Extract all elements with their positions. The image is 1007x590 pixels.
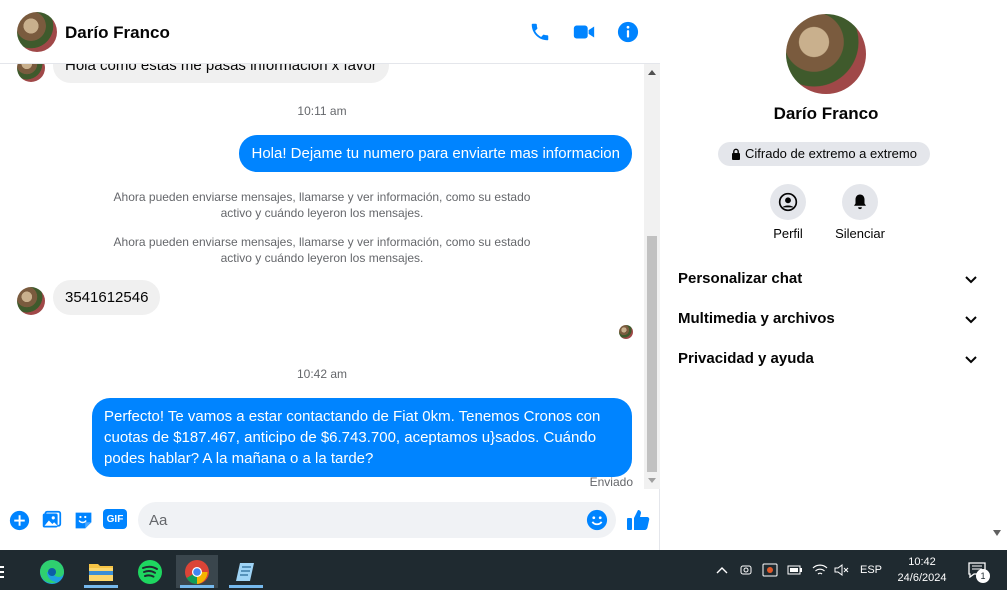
user-circle-icon — [778, 192, 798, 212]
input-language[interactable]: ESP — [858, 550, 884, 590]
message-timestamp: 10:11 am — [297, 104, 347, 118]
notepad-icon[interactable] — [225, 555, 267, 588]
scroll-up-icon[interactable] — [648, 70, 656, 75]
lock-icon — [732, 148, 740, 160]
messenger-window: Darío Franco Hola como estas me pasas in… — [0, 0, 1007, 550]
profile-label: Perfil — [773, 226, 803, 241]
active-indicator — [229, 585, 263, 588]
seen-receipt-avatar — [619, 325, 633, 339]
chevron-down-icon — [965, 276, 977, 284]
incoming-message[interactable]: Hola como estas me pasas informacion x f… — [53, 64, 389, 83]
spotify-icon[interactable] — [129, 555, 171, 588]
section-privacy-help[interactable]: Privacidad y ayuda — [678, 350, 978, 374]
video-camera-icon — [573, 25, 595, 39]
message-scrollbar[interactable] — [644, 64, 660, 489]
system-clock[interactable]: 10:42 24/6/2024 — [888, 554, 956, 586]
search-icon[interactable] — [0, 555, 12, 588]
attach-media-button[interactable] — [40, 509, 62, 531]
screen-share-tray-icon[interactable] — [760, 550, 780, 590]
chevron-down-icon — [965, 316, 977, 324]
voice-call-button[interactable] — [528, 20, 552, 44]
active-indicator — [84, 585, 118, 588]
battery-icon[interactable] — [785, 550, 805, 590]
section-label: Personalizar chat — [678, 270, 803, 287]
camera-tray-icon[interactable] — [737, 550, 755, 590]
conversation-info-button[interactable] — [616, 20, 640, 44]
info-contact-name: Darío Franco — [773, 104, 879, 123]
like-button[interactable] — [626, 509, 650, 531]
system-message: Ahora pueden enviarse mensajes, llamarse… — [113, 235, 531, 265]
clock-time: 10:42 — [908, 556, 936, 568]
edge-browser-icon[interactable] — [31, 555, 73, 588]
info-icon — [617, 21, 639, 43]
plus-circle-icon — [9, 510, 29, 530]
chat-pane: Darío Franco Hola como estas me pasas in… — [0, 0, 660, 550]
chrome-icon[interactable] — [176, 555, 218, 588]
scroll-down-icon[interactable] — [648, 478, 656, 483]
mute-label: Silenciar — [835, 226, 885, 241]
contact-avatar[interactable] — [17, 12, 57, 52]
chevron-down-icon — [965, 356, 977, 364]
message-input-placeholder: Aa — [149, 512, 168, 529]
contact-message-avatar — [17, 287, 45, 315]
clock-date: 24/6/2024 — [897, 572, 947, 584]
message-composer: GIF Aa — [0, 495, 660, 550]
message-timestamp: 10:42 am — [296, 367, 348, 381]
chat-header: Darío Franco — [0, 0, 660, 64]
video-call-button[interactable] — [572, 20, 596, 44]
outgoing-message[interactable]: Perfecto! Te vamos a estar contactando d… — [92, 398, 632, 477]
message-list: Hola como estas me pasas informacion x f… — [0, 64, 644, 489]
info-scroll-down-icon[interactable] — [993, 530, 1001, 536]
sticker-icon — [75, 512, 91, 528]
phone-icon — [531, 23, 549, 41]
active-indicator — [180, 585, 214, 588]
message-input[interactable]: Aa — [138, 502, 616, 538]
message-status: Enviado — [589, 475, 633, 489]
conversation-info-panel: Darío Franco Cifrado de extremo a extrem… — [661, 0, 1007, 550]
bell-icon — [854, 194, 866, 210]
file-explorer-icon[interactable] — [80, 555, 122, 588]
contact-profile-photo[interactable] — [786, 14, 866, 94]
thumbs-up-icon — [627, 510, 650, 530]
image-gallery-icon — [42, 510, 61, 527]
emoji-icon — [586, 509, 608, 531]
windows-taskbar: ESP 10:42 24/6/2024 1 — [0, 550, 1007, 590]
incoming-message[interactable]: 3541612546 — [53, 280, 161, 315]
notification-count-badge: 1 — [976, 569, 990, 583]
mute-action[interactable]: Silenciar — [825, 184, 895, 241]
encryption-label: Cifrado de extremo a extremo — [745, 146, 917, 161]
section-media-files[interactable]: Multimedia y archivos — [678, 310, 978, 334]
profile-action[interactable]: Perfil — [753, 184, 823, 241]
profile-button[interactable] — [770, 184, 806, 220]
show-hidden-icons-button[interactable] — [712, 550, 732, 590]
section-customize-chat[interactable]: Personalizar chat — [678, 270, 978, 294]
section-label: Multimedia y archivos — [678, 310, 835, 327]
outgoing-message[interactable]: Hola! Dejame tu numero para enviarte mas… — [239, 135, 632, 172]
sticker-button[interactable] — [72, 509, 94, 531]
chevron-up-icon — [716, 567, 728, 574]
contact-message-avatar — [17, 64, 45, 82]
wifi-icon[interactable] — [810, 550, 830, 590]
mute-button[interactable] — [842, 184, 878, 220]
section-label: Privacidad y ayuda — [678, 350, 814, 367]
notifications-button[interactable]: 1 — [962, 550, 992, 590]
more-actions-button[interactable] — [8, 509, 30, 531]
contact-name[interactable]: Darío Franco — [65, 23, 170, 43]
scroll-thumb[interactable] — [647, 236, 657, 472]
volume-muted-icon[interactable] — [832, 550, 852, 590]
encryption-badge[interactable]: Cifrado de extremo a extremo — [718, 142, 930, 166]
emoji-button[interactable] — [586, 509, 608, 536]
gif-button[interactable]: GIF — [103, 509, 127, 529]
system-message: Ahora pueden enviarse mensajes, llamarse… — [113, 190, 531, 220]
